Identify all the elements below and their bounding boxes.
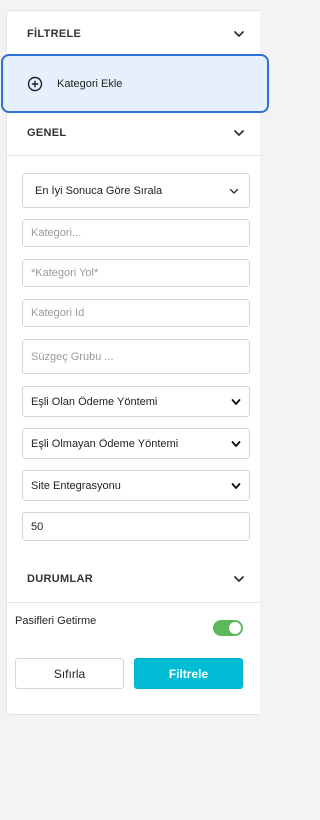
category-path-placeholder: *Kategori Yol*	[31, 267, 99, 279]
category-placeholder: Kategori...	[31, 227, 82, 239]
sort-select[interactable]: En İyi Sonuca Göre Sırala	[22, 173, 250, 208]
chevron-down-icon[interactable]	[233, 127, 245, 139]
filter-group-placeholder: Süzgeç Grubu ...	[31, 350, 114, 363]
chevron-down-icon	[231, 440, 241, 447]
general-title: GENEL	[27, 127, 67, 139]
divider	[7, 602, 261, 603]
statuses-title: DURUMLAR	[27, 573, 93, 585]
toggle-knob	[229, 622, 241, 634]
chevron-down-icon	[231, 482, 241, 489]
filter-button[interactable]: Filtrele	[134, 658, 243, 689]
divider	[7, 155, 261, 156]
sort-select-value: En İyi Sonuca Göre Sırala	[35, 184, 163, 197]
page-size-value: 50	[31, 520, 44, 533]
matching-payment-select[interactable]: Eşli Olan Ödeme Yöntemi	[22, 386, 250, 417]
category-path-input[interactable]: *Kategori Yol*	[22, 259, 250, 287]
category-input[interactable]: Kategori...	[22, 219, 250, 247]
reset-button[interactable]: Sıfırla	[15, 658, 124, 689]
page-size-input[interactable]: 50	[22, 512, 250, 541]
chevron-down-icon	[229, 188, 239, 194]
category-id-placeholder: Kategori Id	[31, 307, 85, 319]
filters-header[interactable]: FİLTRELE	[7, 23, 261, 45]
chevron-down-icon[interactable]	[233, 28, 245, 40]
filter-group-input[interactable]: Süzgeç Grubu ...	[22, 339, 250, 374]
site-integration-value: Site Entegrasyonu	[31, 479, 121, 492]
site-integration-select[interactable]: Site Entegrasyonu	[22, 470, 250, 501]
statuses-header[interactable]: DURUMLAR	[7, 569, 261, 589]
filters-title: FİLTRELE	[27, 28, 82, 40]
non-matching-payment-select[interactable]: Eşli Olmayan Ödeme Yöntemi	[22, 428, 250, 459]
chevron-down-icon	[231, 398, 241, 405]
exclude-passive-toggle[interactable]	[213, 620, 243, 636]
category-id-input[interactable]: Kategori Id	[22, 299, 250, 327]
add-category-label: Kategori Ekle	[57, 77, 123, 90]
exclude-passive-label: Pasifleri Getirme	[15, 615, 97, 627]
general-header[interactable]: GENEL	[7, 123, 261, 143]
matching-payment-value: Eşli Olan Ödeme Yöntemi	[31, 395, 158, 408]
chevron-down-icon[interactable]	[233, 573, 245, 585]
plus-circle-icon	[27, 76, 43, 91]
exclude-passive-row: Pasifleri Getirme	[15, 606, 243, 636]
add-category-button[interactable]: Kategori Ekle	[1, 54, 269, 113]
non-matching-payment-value: Eşli Olmayan Ödeme Yöntemi	[31, 437, 179, 450]
